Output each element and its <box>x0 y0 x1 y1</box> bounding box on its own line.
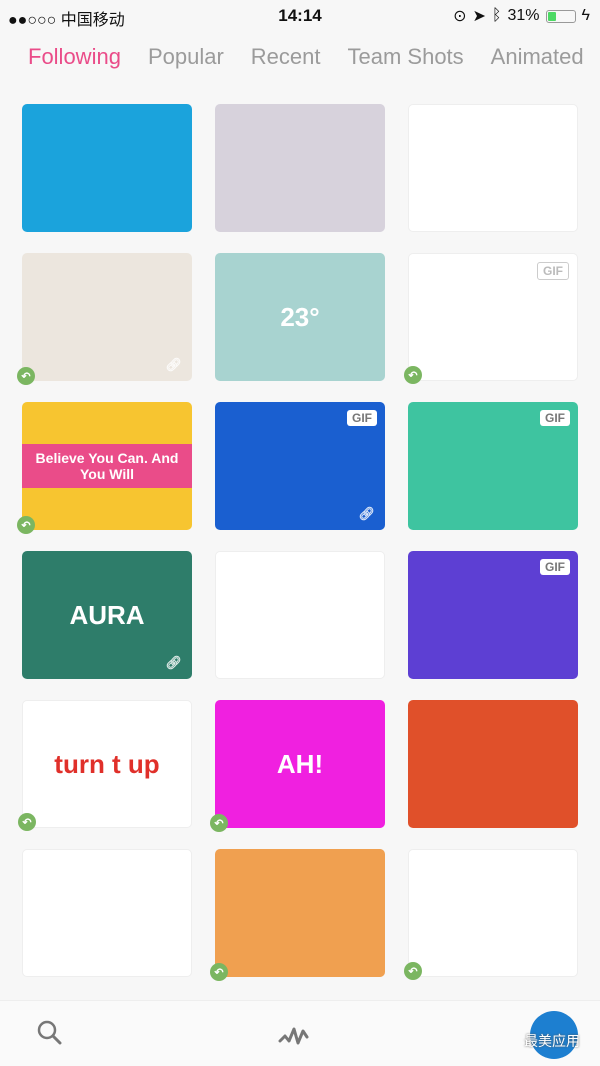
shot-tile[interactable] <box>215 104 385 232</box>
location-icon: ➤ <box>472 8 486 25</box>
shot-tile[interactable]: ↶ <box>404 849 578 980</box>
status-bar: ●●○○○ 中国移动 14:14 ⊙ ➤ ᛒ 31% ϟ <box>0 0 600 32</box>
rebound-icon: ↶ <box>210 814 228 832</box>
shot-text: AH! <box>276 748 324 779</box>
shot-tile[interactable]: GIF ↶ <box>404 253 578 384</box>
tab-animated[interactable]: Animated <box>491 44 584 70</box>
shot-tile[interactable]: AURA 🔗︎ <box>22 551 192 679</box>
shot-tile[interactable]: 23° <box>215 253 385 381</box>
attachment-icon: 🔗︎ <box>358 506 375 521</box>
shot-text: Believe You Can. And You Will <box>22 444 192 488</box>
shots-grid: ↶ 🔗︎ 23° GIF ↶ Believe You Can. And You Will ↶… <box>17 104 578 981</box>
shot-tile[interactable]: GIF 🔗︎ <box>215 402 385 530</box>
shot-tile[interactable]: turn t up ↶ <box>18 700 192 831</box>
battery-icon <box>545 9 576 23</box>
category-tabs: Following Popular Recent Team Shots Animated <box>28 44 584 70</box>
shot-tile[interactable] <box>215 551 385 679</box>
rebound-icon: ↶ <box>404 962 422 980</box>
tab-recent[interactable]: Recent <box>251 44 321 70</box>
charging-icon: ϟ <box>581 7 590 24</box>
activity-icon[interactable] <box>278 1023 312 1047</box>
shot-tile[interactable] <box>22 104 192 232</box>
shot-tile[interactable]: GIF <box>408 402 578 530</box>
bottom-bar: 最美应用 <box>0 1000 600 1066</box>
tab-following[interactable]: Following <box>28 44 121 70</box>
rebound-icon: ↶ <box>17 516 35 534</box>
watermark: 最美应用 <box>524 1033 580 1049</box>
shot-tile[interactable] <box>22 849 192 977</box>
shot-tile[interactable]: GIF <box>408 551 578 679</box>
gif-badge: GIF <box>540 410 570 426</box>
attachment-icon: 🔗︎ <box>165 655 182 670</box>
shot-tile[interactable] <box>408 104 578 232</box>
gif-badge: GIF <box>540 559 570 575</box>
shot-tile[interactable] <box>408 700 578 828</box>
tab-team-shots[interactable]: Team Shots <box>348 44 464 70</box>
rebound-icon: ↶ <box>210 963 228 981</box>
shot-tile[interactable]: AH! ↶ <box>210 700 385 832</box>
gif-badge: GIF <box>347 410 377 426</box>
shot-tile[interactable]: ↶ <box>210 849 385 981</box>
orientation-lock-icon: ⊙ <box>453 8 467 25</box>
shot-text: turn t up <box>54 748 160 779</box>
battery-percent: 31% <box>507 7 540 24</box>
search-icon[interactable] <box>36 1019 62 1045</box>
rebound-icon: ↶ <box>18 813 36 831</box>
shot-tile[interactable]: ↶ 🔗︎ <box>17 253 192 385</box>
attachment-icon: 🔗︎ <box>165 357 182 372</box>
rebound-icon: ↶ <box>17 367 35 385</box>
tab-popular[interactable]: Popular <box>148 44 224 70</box>
shot-text: AURA <box>69 599 145 630</box>
bluetooth-icon: ᛒ <box>491 7 502 24</box>
gif-badge: GIF <box>537 262 569 280</box>
rebound-icon: ↶ <box>404 366 422 384</box>
shot-text: 23° <box>280 301 320 332</box>
shot-tile[interactable]: Believe You Can. And You Will ↶ <box>17 402 192 534</box>
